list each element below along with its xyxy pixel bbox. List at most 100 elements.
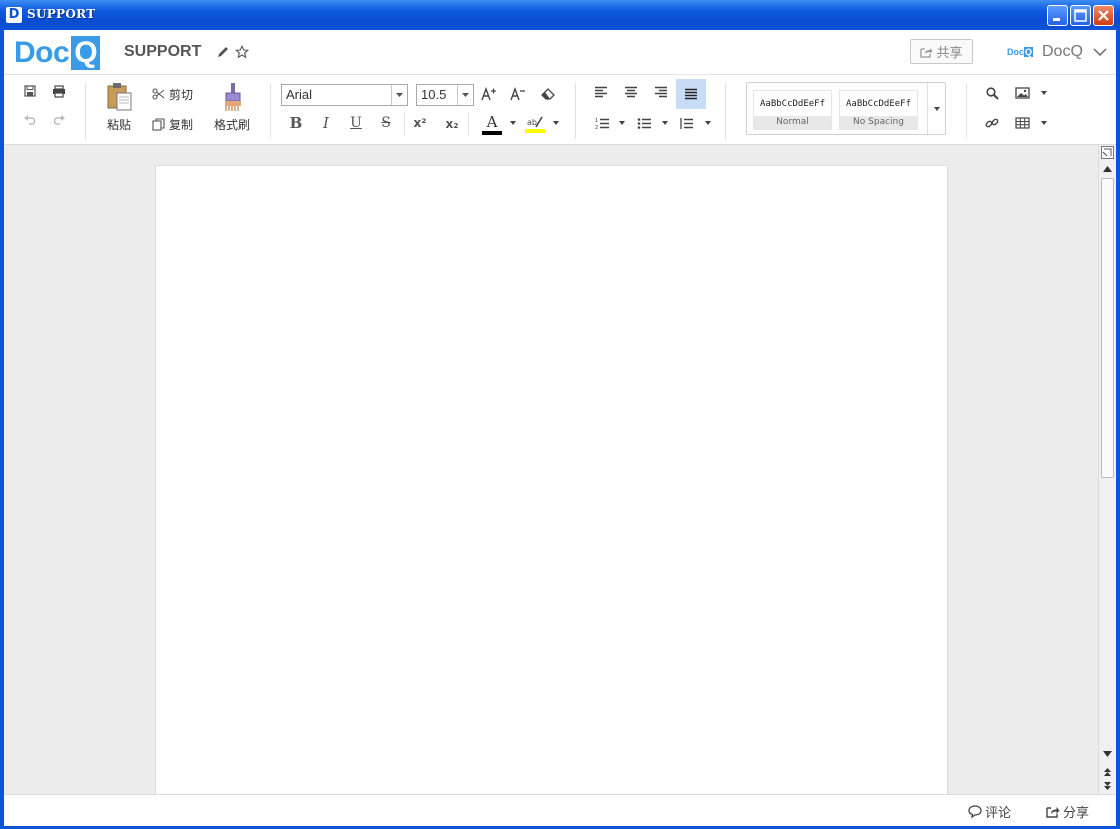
window-frame-right [1116, 30, 1120, 829]
star-icon[interactable] [235, 45, 249, 59]
save-button[interactable] [21, 82, 39, 100]
app-header: Doc Q SUPPORT 共享 DocQ DocQ [4, 30, 1116, 75]
style-name: Normal [754, 116, 831, 129]
minimize-icon [1053, 18, 1060, 21]
user-avatar[interactable]: DocQ [1007, 47, 1034, 57]
style-no-spacing[interactable]: AaBbCcDdEeFf No Spacing [839, 90, 918, 130]
svg-text:ab: ab [527, 118, 537, 127]
caret-down-icon [1041, 91, 1047, 95]
redo-icon [53, 115, 65, 125]
minimize-button[interactable] [1047, 5, 1068, 26]
bullet-list-dropdown[interactable] [659, 115, 671, 131]
paste-button[interactable] [104, 81, 136, 113]
subscript-button[interactable]: x₂ [442, 115, 462, 133]
highlight-color-dropdown[interactable] [550, 115, 562, 131]
status-bar: 评论 分享 [4, 794, 1116, 826]
styles-more-button[interactable] [927, 83, 946, 134]
bold-button[interactable]: B [287, 114, 305, 132]
pencil-icon[interactable] [216, 45, 230, 59]
scroll-up-icon[interactable] [1102, 165, 1113, 173]
font-size-select[interactable]: 10.5 [416, 84, 474, 106]
image-icon [1014, 87, 1030, 99]
bullet-list-button[interactable] [634, 114, 654, 132]
app-window: D SUPPORT Doc Q SUPPORT 共享 DocQ DocQ 粘贴 … [0, 0, 1120, 829]
style-name: No Spacing [840, 116, 917, 129]
print-button[interactable] [50, 82, 68, 100]
line-spacing-dropdown[interactable] [702, 115, 714, 131]
caret-down-icon [705, 121, 711, 125]
copy-button[interactable]: 复制 [152, 115, 200, 133]
username[interactable]: DocQ [1042, 43, 1083, 61]
align-center-button[interactable] [620, 81, 642, 103]
toolbar-separator [270, 83, 271, 139]
superscript-button[interactable]: x² [410, 114, 430, 132]
vertical-scrollbar[interactable] [1098, 145, 1116, 794]
style-sample: AaBbCcDdEeFf [845, 99, 912, 109]
underline-button[interactable]: U [347, 114, 365, 132]
italic-button[interactable]: I [317, 114, 335, 132]
scroll-thumb[interactable] [1101, 178, 1114, 478]
align-left-button[interactable] [590, 81, 612, 103]
align-right-button[interactable] [650, 81, 672, 103]
justify-button[interactable] [676, 79, 706, 109]
font-name-dropdown[interactable] [391, 85, 407, 105]
grow-font-icon [481, 87, 496, 101]
scissors-icon [152, 88, 165, 100]
caret-down-icon [662, 121, 668, 125]
line-spacing-icon [679, 117, 693, 129]
insert-image-dropdown[interactable] [1038, 85, 1050, 101]
previous-page-icon[interactable] [1102, 767, 1113, 777]
share-button[interactable]: 共享 [910, 39, 973, 64]
split-view-icon[interactable] [1101, 146, 1114, 159]
share-status-button[interactable]: 分享 [1046, 802, 1089, 821]
clear-format-button[interactable] [540, 85, 558, 103]
insert-table-dropdown[interactable] [1038, 115, 1050, 131]
font-size-dropdown[interactable] [457, 85, 473, 105]
format-painter-label: 格式刷 [214, 118, 251, 132]
undo-button[interactable] [21, 112, 39, 130]
undo-icon [24, 115, 36, 125]
caret-down-icon [934, 106, 940, 111]
line-spacing-button[interactable] [676, 114, 696, 132]
scroll-down-icon[interactable] [1102, 750, 1113, 758]
numbered-list-button[interactable]: 12 [592, 114, 612, 132]
document-title[interactable]: SUPPORT [124, 43, 201, 61]
docq-logo[interactable]: Doc Q [14, 36, 101, 70]
highlight-color-button[interactable]: ab [524, 112, 546, 136]
title-bar[interactable]: D SUPPORT [0, 0, 1120, 30]
share-status-label: 分享 [1063, 806, 1090, 821]
next-page-icon[interactable] [1102, 781, 1113, 791]
redo-button[interactable] [50, 112, 68, 130]
font-name-select[interactable]: Arial [281, 84, 408, 106]
chevron-down-icon[interactable] [1092, 45, 1108, 59]
share-icon [920, 47, 933, 58]
font-color-button[interactable]: A [481, 112, 503, 136]
svg-text:1: 1 [595, 118, 598, 124]
find-button[interactable] [982, 84, 1002, 102]
numbered-list-dropdown[interactable] [616, 115, 628, 131]
maximize-button[interactable] [1070, 5, 1091, 26]
toolbar-separator [404, 113, 405, 135]
strikethrough-button[interactable]: S [377, 114, 395, 132]
toolbar-separator [575, 83, 576, 139]
style-normal[interactable]: AaBbCcDdEeFf Normal [753, 90, 832, 130]
insert-table-button[interactable] [1012, 114, 1032, 132]
format-painter-button[interactable] [220, 81, 246, 113]
insert-image-button[interactable] [1012, 84, 1032, 102]
format-painter-icon [225, 83, 241, 111]
cut-button[interactable]: 剪切 [152, 85, 200, 103]
shrink-font-button[interactable] [509, 85, 527, 103]
grow-font-button[interactable] [480, 85, 498, 103]
comment-icon [968, 805, 982, 818]
highlighter-icon: ab [527, 116, 543, 128]
toolbar-separator [725, 83, 726, 139]
comment-button[interactable]: 评论 [968, 802, 1011, 821]
close-icon [1098, 10, 1109, 21]
app-icon: D [6, 7, 22, 23]
font-color-dropdown[interactable] [507, 115, 519, 131]
document-page[interactable] [155, 165, 948, 794]
close-button[interactable] [1093, 5, 1114, 26]
toolbar-separator [468, 113, 469, 135]
insert-link-button[interactable] [982, 114, 1002, 132]
save-icon [24, 85, 36, 97]
